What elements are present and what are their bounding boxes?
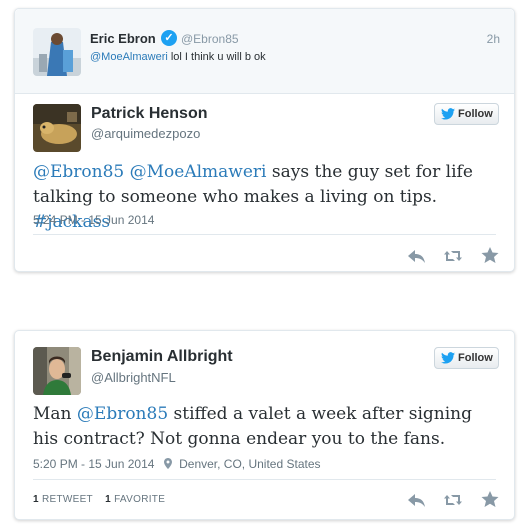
avatar[interactable] bbox=[33, 347, 81, 395]
context-tweet-text: @MoeAlmaweri lol I think u will b ok bbox=[90, 51, 266, 63]
text-body: Man bbox=[33, 404, 77, 424]
embedded-tweet-card: Eric Ebron ✓ @Ebron85 2h @MoeAlmaweri lo… bbox=[14, 8, 515, 272]
author-name[interactable]: Benjamin Allbright bbox=[91, 348, 233, 366]
tweet-meta: 5:20 PM - 15 Jun 2014 Denver, CO, United… bbox=[33, 457, 321, 471]
follow-label: Follow bbox=[458, 352, 493, 364]
context-text: lol I think u will b ok bbox=[167, 51, 266, 63]
star-icon[interactable] bbox=[480, 490, 500, 508]
retweet-label: RETWEET bbox=[41, 494, 93, 505]
retweet-icon[interactable] bbox=[443, 491, 463, 509]
context-author-handle[interactable]: @Ebron85 bbox=[181, 32, 239, 46]
favorite-stat[interactable]: 1 FAVORITE bbox=[105, 494, 165, 505]
avatar[interactable] bbox=[33, 28, 81, 76]
divider bbox=[33, 479, 496, 480]
in-reply-to-tweet[interactable]: Eric Ebron ✓ @Ebron85 2h @MoeAlmaweri lo… bbox=[15, 9, 514, 94]
mention-link[interactable]: @MoeAlmaweri bbox=[130, 162, 267, 182]
twitter-bird-icon bbox=[441, 352, 455, 364]
location-pin-icon bbox=[163, 458, 172, 469]
mention-link[interactable]: @Ebron85 bbox=[77, 404, 168, 424]
reply-icon[interactable] bbox=[407, 247, 427, 265]
favorite-count: 1 bbox=[105, 494, 111, 505]
tweet-stats: 1 RETWEET 1 FAVORITE bbox=[33, 494, 165, 505]
context-timestamp[interactable]: 2h bbox=[487, 32, 500, 46]
favorite-label: FAVORITE bbox=[114, 494, 166, 505]
follow-button[interactable]: Follow bbox=[434, 103, 499, 125]
avatar[interactable] bbox=[33, 104, 81, 152]
author-handle[interactable]: @arquimedezpozo bbox=[91, 126, 200, 141]
follow-label: Follow bbox=[458, 108, 493, 120]
tweet-location[interactable]: Denver, CO, United States bbox=[179, 457, 320, 471]
tweet-timestamp[interactable]: 5:24 PM - 15 Jun 2014 bbox=[33, 213, 154, 227]
embedded-tweet-card: Benjamin Allbright @AllbrightNFL Follow … bbox=[14, 330, 515, 520]
verified-badge-icon: ✓ bbox=[161, 30, 177, 46]
star-icon[interactable] bbox=[480, 246, 500, 264]
context-author-name[interactable]: Eric Ebron bbox=[90, 31, 156, 46]
tweet-text: Man @Ebron85 stiffed a valet a week afte… bbox=[33, 402, 493, 452]
twitter-bird-icon bbox=[441, 108, 455, 120]
retweet-count: 1 bbox=[33, 494, 39, 505]
reply-icon[interactable] bbox=[407, 491, 427, 509]
author-name[interactable]: Patrick Henson bbox=[91, 105, 207, 123]
tweet-timestamp[interactable]: 5:20 PM - 15 Jun 2014 bbox=[33, 457, 154, 471]
follow-button[interactable]: Follow bbox=[434, 347, 499, 369]
author-handle[interactable]: @AllbrightNFL bbox=[91, 370, 176, 385]
mention-link[interactable]: @MoeAlmaweri bbox=[90, 51, 168, 63]
divider bbox=[33, 234, 496, 235]
retweet-icon[interactable] bbox=[443, 247, 463, 265]
mention-link[interactable]: @Ebron85 bbox=[33, 162, 124, 182]
retweet-stat[interactable]: 1 RETWEET bbox=[33, 494, 93, 505]
